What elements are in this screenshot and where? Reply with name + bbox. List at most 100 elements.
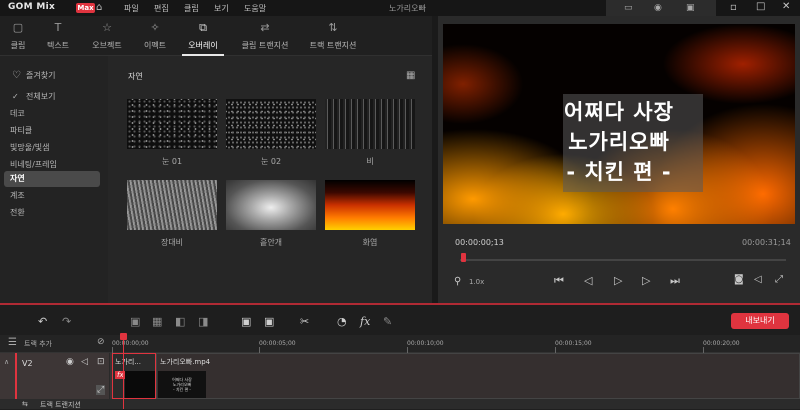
sidebar-item-all[interactable]: ✓ 전체보기 <box>4 89 100 105</box>
max-badge: Max <box>76 3 95 13</box>
speed-icon[interactable]: ◔ <box>337 315 347 328</box>
sidebar-item-transition[interactable]: 전환 <box>4 205 100 221</box>
save-icon[interactable]: ▣ <box>686 3 695 13</box>
sidebar-item-deco[interactable]: 데코 <box>4 106 100 122</box>
mark-out-icon[interactable]: ▣ <box>264 315 274 328</box>
collapse-icon[interactable]: ∧ <box>4 358 9 366</box>
undo-icon[interactable]: ↶ <box>38 315 47 328</box>
overlay-gallery: 자연 ▦ 눈 01 눈 02 비 장대비 흩안개 화염 <box>108 56 432 303</box>
playhead-handle[interactable] <box>120 333 127 340</box>
overlay-clip[interactable]: 노가리... fx <box>112 353 156 399</box>
thumb-snow-01[interactable] <box>127 99 217 149</box>
video-clip[interactable]: 노가리오빠.mp4 어쩌다 사장 노가리오빠 - 치킨 편 - <box>156 353 800 399</box>
media-panel: ▢ 클립 T 텍스트 ☆ 오브젝트 ✧ 이펙트 ⧉ 오버레이 ⇄ 클립 트랜지션… <box>0 16 432 303</box>
zoom-icon[interactable]: ⚲ <box>454 276 461 287</box>
tab-label: 오버레이 <box>188 41 218 50</box>
volume-icon[interactable]: ◁ <box>754 274 762 285</box>
clip-transition-icon: ⇄ <box>260 21 270 34</box>
play-icon[interactable]: ▷ <box>614 274 622 287</box>
thumb-fog[interactable] <box>226 180 316 230</box>
account-icon[interactable]: ◉ <box>654 3 662 13</box>
next-frame-icon[interactable]: ▷ <box>642 274 650 287</box>
track-marker <box>15 353 17 399</box>
track-v2: ∧ V2 ◉ ◁ ⊡ ⤢ 노가리... fx 노가리오빠.mp4 어쩌다 사장 … <box>0 353 800 399</box>
cut-icon[interactable]: ✂ <box>300 315 309 328</box>
redo-icon[interactable]: ↷ <box>62 315 71 328</box>
split-icon[interactable]: ◧ <box>175 315 185 328</box>
overlay-line-1: 어쩌다 사장 <box>564 100 674 124</box>
tab-effect[interactable]: ✧ 이펙트 <box>134 16 176 56</box>
tab-overlay[interactable]: ⧉ 오버레이 <box>180 16 226 56</box>
add-track-label[interactable]: 트랙 추가 <box>24 339 52 349</box>
group-icon[interactable]: ◨ <box>198 315 208 328</box>
seek-bar[interactable] <box>460 259 786 261</box>
close-icon[interactable]: ✕ <box>782 1 790 12</box>
playhead[interactable] <box>123 333 124 409</box>
fx-icon[interactable]: fx <box>360 315 370 328</box>
export-button[interactable]: 내보내기 <box>731 313 789 329</box>
heart-icon: ♡ <box>12 70 21 81</box>
current-time: 00:00:00;13 <box>455 238 504 247</box>
overlay-line-3: - 치킨 편 - <box>566 160 672 184</box>
sidebar-item-nature[interactable]: 자연 <box>4 171 100 187</box>
menu-icon[interactable]: ☰ <box>8 337 17 348</box>
fullscreen-icon[interactable]: ⤢ <box>775 274 783 285</box>
insert-icon[interactable]: ▣ <box>130 315 140 328</box>
tab-clip-transition[interactable]: ⇄ 클립 트랜지션 <box>232 16 298 56</box>
check-icon: ✓ <box>12 92 19 101</box>
tab-text[interactable]: T 텍스트 <box>36 16 80 56</box>
speaker-icon[interactable]: ◁ <box>81 357 88 367</box>
grid-view-icon[interactable]: ▦ <box>406 70 415 81</box>
thumb-snow-02[interactable] <box>226 99 316 149</box>
total-time: 00:00:31;14 <box>742 238 791 247</box>
clip-icon: ▢ <box>12 21 24 34</box>
thumb-fire[interactable] <box>325 180 415 230</box>
menu-help[interactable]: 도움말 <box>244 3 266 14</box>
tab-label: 오브젝트 <box>92 41 122 50</box>
thumb-label: 장대비 <box>160 238 184 247</box>
sidebar-item-particle[interactable]: 파티클 <box>4 123 100 139</box>
tab-label: 클립 <box>10 41 26 50</box>
lock-icon[interactable]: ⊡ <box>97 357 105 367</box>
sidebar-item-bokeh[interactable]: 빛망울/빛샘 <box>4 140 100 156</box>
link-icon[interactable]: ⊘ <box>97 337 105 347</box>
tab-object[interactable]: ☆ 오브젝트 <box>80 16 134 56</box>
video-preview: 어쩌다 사장 노가리오빠 - 치킨 편 - <box>443 24 795 224</box>
menu-view[interactable]: 보기 <box>214 3 229 14</box>
title-bar: GOM Mix Max ⌂ 파일 편집 클립 보기 도움말 노가리오빠 ▭ ◉ … <box>0 0 800 16</box>
preview-panel: 어쩌다 사장 노가리오빠 - 치킨 편 - 00:00:00;13 00:00:… <box>438 16 800 303</box>
sidebar-item-favorites[interactable]: ♡ 즐겨찾기 <box>4 68 100 84</box>
thumb-label: 비 <box>366 157 374 166</box>
tab-label: 클립 트랜지션 <box>241 41 289 50</box>
overwrite-icon[interactable]: ▦ <box>152 315 162 328</box>
menu-clip[interactable]: 클립 <box>184 3 199 14</box>
ruler-label: 00:00:15;00 <box>555 340 592 347</box>
sidebar-item-gradation[interactable]: 계조 <box>4 188 100 204</box>
clip-thumbnail <box>125 371 155 398</box>
seek-handle[interactable] <box>461 253 467 262</box>
tab-track-transition[interactable]: ⇅ 트랙 트랜지션 <box>300 16 366 56</box>
eye-icon[interactable]: ◉ <box>66 357 74 367</box>
thumb-rain[interactable] <box>325 99 415 149</box>
menu-file[interactable]: 파일 <box>124 3 139 14</box>
message-icon[interactable]: ▭ <box>624 3 633 13</box>
minimize-icon[interactable]: ▫ <box>730 2 737 13</box>
tab-bar: ▢ 클립 T 텍스트 ☆ 오브젝트 ✧ 이펙트 ⧉ 오버레이 ⇄ 클립 트랜지션… <box>0 16 432 56</box>
mark-in-icon[interactable]: ▣ <box>241 315 251 328</box>
skip-start-icon[interactable]: ⏮ <box>554 274 564 288</box>
tab-label: 이펙트 <box>143 41 167 50</box>
tab-label: 트랙 트랜지션 <box>309 41 357 50</box>
tab-clip[interactable]: ▢ 클립 <box>0 16 36 56</box>
pencil-icon[interactable]: ✎ <box>383 315 392 328</box>
app-logo: GOM Mix <box>8 2 56 12</box>
prev-frame-icon[interactable]: ◁ <box>584 274 592 287</box>
expand-icon[interactable]: ⤢ <box>96 385 106 395</box>
category-sidebar: ♡ 즐겨찾기 ✓ 전체보기 데코 파티클 빛망울/빛샘 비네팅/프레임 자연 계… <box>0 56 108 303</box>
skip-end-icon[interactable]: ⏭ <box>670 274 680 288</box>
menu-edit[interactable]: 편집 <box>154 3 169 14</box>
home-icon[interactable]: ⌂ <box>96 2 102 13</box>
thumb-heavy-rain[interactable] <box>127 180 217 230</box>
ruler-label: 00:00:20;00 <box>703 340 740 347</box>
camera-icon[interactable]: ◙ <box>734 274 744 285</box>
maximize-icon[interactable]: □ <box>756 1 765 12</box>
